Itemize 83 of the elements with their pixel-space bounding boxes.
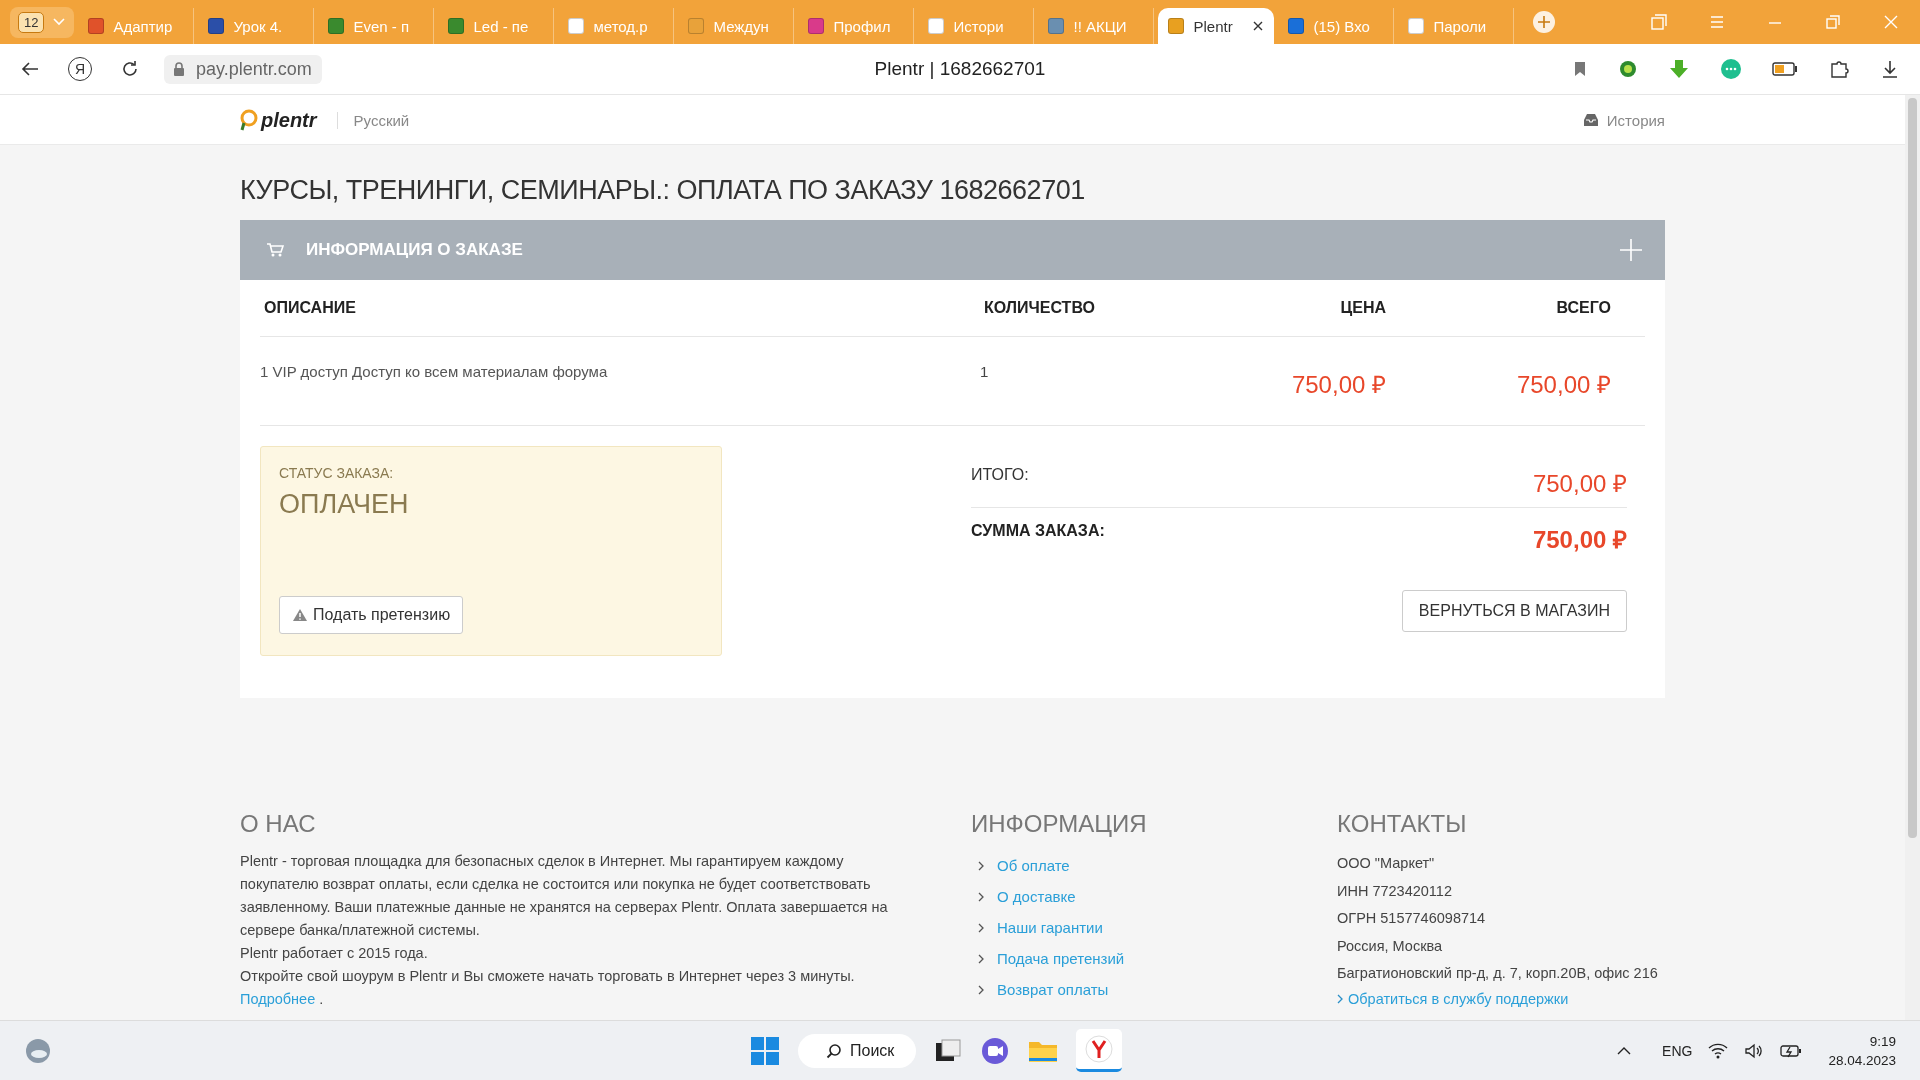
footer-link[interactable]: Об оплате	[997, 857, 1070, 874]
search-icon	[826, 1042, 842, 1059]
section-heading: О НАС	[240, 810, 317, 838]
table-cell-text: 1	[980, 363, 990, 380]
reload-icon[interactable]	[120, 59, 140, 79]
browser-tab[interactable]: Plentr	[1158, 8, 1275, 44]
volume-icon[interactable]	[1744, 1042, 1765, 1059]
warning-icon	[292, 608, 308, 622]
chevron-right-icon	[977, 859, 985, 872]
clock[interactable]: 9:19 28.04.2023	[1828, 1031, 1896, 1070]
support-link[interactable]: Обратиться в службу поддержки	[1348, 987, 1569, 1010]
extension-icon[interactable]	[1618, 59, 1638, 79]
footer-link[interactable]: О доставке	[997, 888, 1076, 905]
contact-text: Россия, Москва	[1337, 936, 1444, 956]
contact-text: ИНН 7723420112	[1337, 881, 1453, 901]
chat-icon[interactable]	[1720, 58, 1742, 80]
footer-link[interactable]: Возврат оплаты	[997, 981, 1109, 998]
contact-text: ОГРН 5157746098714	[1337, 909, 1487, 928]
footer-link[interactable]: Наши гарантии	[997, 919, 1103, 936]
browser-icon	[1085, 1035, 1114, 1063]
total-value: 750,00 ₽	[1532, 469, 1627, 499]
chevron-right-icon	[977, 921, 985, 934]
back-to-shop-button[interactable]: ВЕРНУТЬСЯ В МАГАЗИН	[1401, 590, 1627, 632]
clock-time: 9:19	[1869, 1032, 1896, 1051]
cart-icon	[266, 242, 284, 258]
video-chat-icon[interactable]	[980, 1035, 1011, 1066]
panel-title: ИНФОРМАЦИЯ О ЗАКАЗЕ	[306, 240, 523, 260]
new-tab-icon[interactable]	[1532, 10, 1557, 34]
punctuation: .	[318, 991, 324, 1007]
puzzle-icon[interactable]	[1828, 58, 1850, 80]
wifi-icon[interactable]	[1708, 1042, 1729, 1059]
close-icon[interactable]	[1252, 20, 1265, 32]
column-header: КОЛИЧЕСТВО	[983, 299, 1096, 317]
status-value: ОПЛАЧЕН	[279, 489, 409, 520]
chevron-right-icon	[977, 983, 985, 996]
footer-link[interactable]: Подача претензий	[997, 950, 1125, 967]
url-field[interactable]: pay.plentr.com	[164, 54, 322, 84]
total-label: ИТОГО:	[971, 466, 1029, 484]
language-link[interactable]: Русский	[336, 111, 410, 129]
contact-text: ООО "Маркет"	[1337, 854, 1436, 873]
table-cell-text: 1 VIP доступ Доступ ко всем материалам форума	[260, 363, 609, 380]
lock-icon	[172, 61, 186, 77]
logo-icon[interactable]	[240, 109, 258, 131]
column-header: ЦЕНА	[1339, 299, 1387, 317]
tab-counter-button[interactable]: 12	[10, 6, 75, 38]
chevron-down-icon	[52, 17, 67, 27]
history-link[interactable]: История	[1606, 111, 1665, 129]
download-arrow-icon[interactable]	[1668, 58, 1690, 80]
order-title: КУРСЫ, ТРЕНИНГИ, СЕМИНАРЫ.: ОПЛАТА ПО ЗАКАЗУ 1682662701	[240, 175, 1086, 206]
bookmark-icon[interactable]	[1572, 60, 1588, 78]
column-header: ОПИСАНИЕ	[263, 299, 357, 317]
paragraph: Plentr - торговая площадка для безопасных сделок в Интернет. Мы гарантируем каждому покупателю возврат оплаты, если сделка не состоится или покупка не будет соответствовать заявленному. Ваши платежные данные не хранятся на серверах Plentr. Оплата завершается на сервере банка/платежной системы.	[240, 852, 889, 940]
contact-text: Багратионовский пр-д, д. 7, корп.20В, офис 216	[1337, 964, 1658, 983]
chevron-up-icon[interactable]	[1616, 1045, 1633, 1056]
section-heading: КОНТАКТЫ	[1337, 810, 1468, 838]
paragraph: Plentr работает с 2015 года.	[240, 944, 429, 963]
more-link[interactable]: Подробнее	[240, 991, 316, 1007]
claim-button[interactable]: Подать претензию	[279, 596, 464, 634]
scrollbar-thumb[interactable]	[1908, 98, 1917, 838]
language-indicator[interactable]: ENG	[1662, 1042, 1693, 1059]
battery-charging-icon[interactable]	[1780, 1043, 1803, 1058]
start-icon[interactable]	[750, 1035, 780, 1066]
total-label: СУММА ЗАКАЗА:	[971, 522, 1105, 540]
scrollbar[interactable]	[1905, 95, 1920, 1020]
paragraph: Откройте свой шоурум в Plentr и Вы сможете начать торговать в Интернет через 3 минуты.	[240, 967, 856, 986]
chevron-right-icon	[1337, 992, 1344, 1005]
search-field[interactable]: Поиск	[798, 1033, 917, 1068]
download-icon[interactable]	[1880, 59, 1900, 79]
chevron-right-icon	[977, 890, 985, 903]
table-cell-text: 750,00 ₽	[1515, 370, 1612, 400]
table-cell-text: 750,00 ₽	[1290, 370, 1387, 400]
chevron-right-icon	[977, 952, 985, 965]
page-title: Plentr | 1682662701	[873, 58, 1047, 80]
browser-taskbar-button[interactable]	[1076, 1029, 1123, 1072]
clock-date: 28.04.2023	[1828, 1051, 1896, 1070]
logo-text[interactable]: plentr	[261, 108, 317, 132]
section-heading: ИНФОРМАЦИЯ	[971, 810, 1148, 838]
battery-icon[interactable]	[1772, 62, 1798, 76]
weather-icon[interactable]	[24, 1036, 52, 1065]
column-header: ВСЕГО	[1555, 299, 1612, 317]
inbox-icon[interactable]	[1582, 113, 1599, 127]
status-label: СТАТУС ЗАКАЗА:	[279, 465, 394, 481]
total-value: 750,00 ₽	[1532, 525, 1627, 555]
